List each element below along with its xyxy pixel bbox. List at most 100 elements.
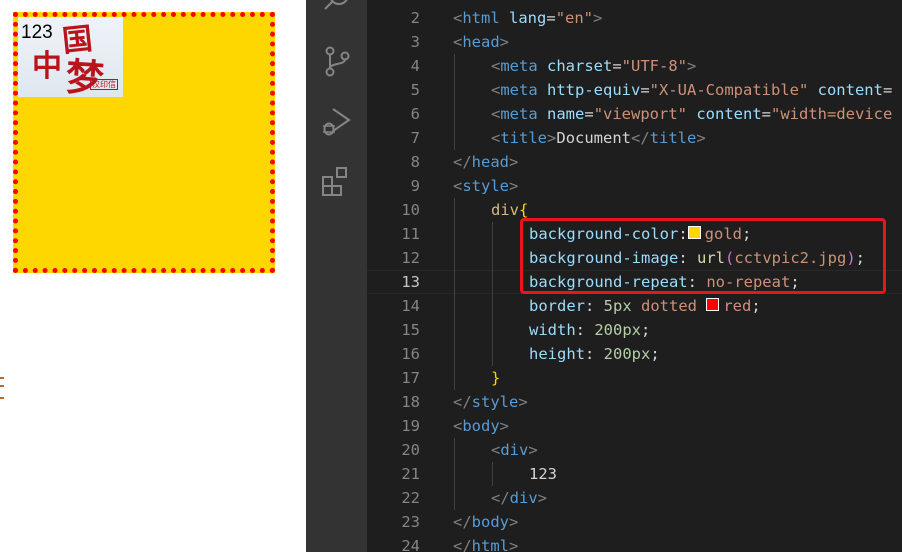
code-text: background-image: url(cctvpic2.jpg); — [529, 246, 865, 270]
color-swatch[interactable] — [706, 298, 720, 311]
code-token: body — [471, 513, 509, 531]
code-line[interactable]: 3 <head> — [367, 30, 902, 54]
code-token: no-repeat — [706, 273, 791, 291]
code-text: border: 5px dotted red; — [529, 294, 761, 318]
code-line[interactable]: 9 <style> — [367, 174, 902, 198]
indent-guide — [454, 318, 455, 342]
indent-guide — [492, 294, 493, 318]
image-seal-stamp: 汉印信 — [90, 79, 118, 90]
code-token: = — [882, 81, 893, 99]
source-control-icon[interactable] — [320, 44, 354, 78]
indent-guide — [492, 222, 493, 246]
code-text: </html> — [453, 534, 518, 552]
indent-guide — [454, 126, 455, 150]
code-token: } — [491, 369, 501, 387]
code-token: meta — [500, 105, 538, 123]
code-line[interactable]: 11 background-color: gold; — [367, 222, 902, 246]
code-token: < — [491, 441, 501, 459]
code-token: > — [509, 513, 519, 531]
code-token: charset — [537, 57, 613, 75]
code-token: > — [499, 33, 510, 51]
code-token: lang — [499, 9, 547, 27]
code-text: <div> — [491, 438, 538, 462]
code-line[interactable]: 5 <meta http-equiv="X-UA-Compatible" cont… — [367, 78, 902, 102]
color-swatch[interactable] — [687, 226, 701, 239]
code-token: 200px — [594, 321, 642, 339]
code-token: div — [491, 201, 519, 219]
code-line[interactable]: 12 background-image: url(cctvpic2.jpg); — [367, 246, 902, 270]
indent-guide — [454, 366, 455, 390]
code-editor[interactable]: 2 <html lang="en"> 3 <head> 4 <meta charset="… — [367, 0, 902, 552]
code-token: 5px — [603, 297, 632, 315]
code-line[interactable]: 4 <meta charset="UTF-8"> — [367, 54, 902, 78]
code-line[interactable]: 7 <title>Document</title> — [367, 126, 902, 150]
code-line[interactable]: 10 div{ — [367, 198, 902, 222]
div-text-content: 123 — [21, 22, 53, 43]
code-text: <meta name="viewport" content="width=dev… — [491, 102, 892, 126]
code-line[interactable]: 13 background-repeat: no-repeat; — [367, 270, 902, 294]
line-number: 5 — [410, 81, 420, 99]
code-token: < — [491, 105, 501, 123]
code-line[interactable]: 22 </div> — [367, 486, 902, 510]
code-token: ; — [790, 273, 800, 291]
line-number: 4 — [410, 57, 420, 75]
code-token: "width=device — [771, 105, 893, 123]
code-token: 123 — [529, 465, 557, 483]
code-token: ; — [855, 249, 865, 267]
code-token: html — [462, 9, 500, 27]
code-line[interactable]: 21 123 — [367, 462, 902, 486]
line-number: 9 — [410, 177, 420, 195]
line-number: 19 — [401, 417, 420, 435]
code-token: title — [649, 129, 697, 147]
code-line[interactable]: 14 border: 5px dotted red; — [367, 294, 902, 318]
image-glyph-zhong: 中 — [32, 49, 62, 84]
line-number: 2 — [410, 9, 420, 27]
code-line[interactable]: 24 </html> — [367, 534, 902, 552]
indent-guide — [454, 438, 455, 462]
indent-guide — [492, 462, 493, 486]
line-number: 18 — [401, 393, 420, 411]
code-line[interactable]: 23 </body> — [367, 510, 902, 534]
code-token: ; — [751, 297, 761, 315]
indent-guide — [492, 270, 493, 294]
code-token: title — [500, 129, 548, 147]
code-text: width: 200px; — [529, 318, 650, 342]
code-line[interactable]: 2 <html lang="en"> — [367, 6, 902, 30]
indent-guide — [454, 294, 455, 318]
code-token: > — [528, 441, 538, 459]
line-number: 15 — [401, 321, 420, 339]
code-line[interactable]: 16 height: 200px; — [367, 342, 902, 366]
indent-guide — [454, 102, 455, 126]
line-number: 3 — [410, 33, 420, 51]
code-line[interactable]: 18 </style> — [367, 390, 902, 414]
run-debug-icon[interactable] — [320, 104, 354, 138]
code-token: > — [687, 57, 697, 75]
code-line[interactable]: 6 <meta name="viewport" content="width=de… — [367, 102, 902, 126]
line-number: 8 — [410, 153, 420, 171]
code-line[interactable]: 19 <body> — [367, 414, 902, 438]
code-text: <body> — [453, 414, 509, 438]
code-token: gold — [704, 225, 742, 243]
line-number: 12 — [401, 249, 420, 267]
code-token: border — [529, 297, 585, 315]
code-line[interactable]: 20 <div> — [367, 438, 902, 462]
code-line[interactable]: 8 </head> — [367, 150, 902, 174]
code-token: background-repeat — [529, 273, 688, 291]
extensions-icon[interactable] — [320, 164, 354, 198]
indent-guide — [454, 198, 455, 222]
code-text: height: 200px; — [529, 342, 660, 366]
code-token: 200px — [603, 345, 651, 363]
code-token: </ — [453, 393, 472, 411]
code-token: content — [687, 105, 762, 123]
code-line[interactable]: 15 width: 200px; — [367, 318, 902, 342]
code-token: div — [500, 441, 529, 459]
code-token: style — [471, 393, 519, 411]
search-icon[interactable] — [320, 0, 354, 16]
code-token: content — [808, 81, 883, 99]
code-token: < — [453, 9, 463, 27]
code-line[interactable]: 17} — [367, 366, 902, 390]
code-text: } — [491, 366, 500, 390]
line-number: 10 — [401, 201, 420, 219]
code-token: background-color — [529, 225, 679, 243]
code-token: > — [537, 489, 548, 507]
